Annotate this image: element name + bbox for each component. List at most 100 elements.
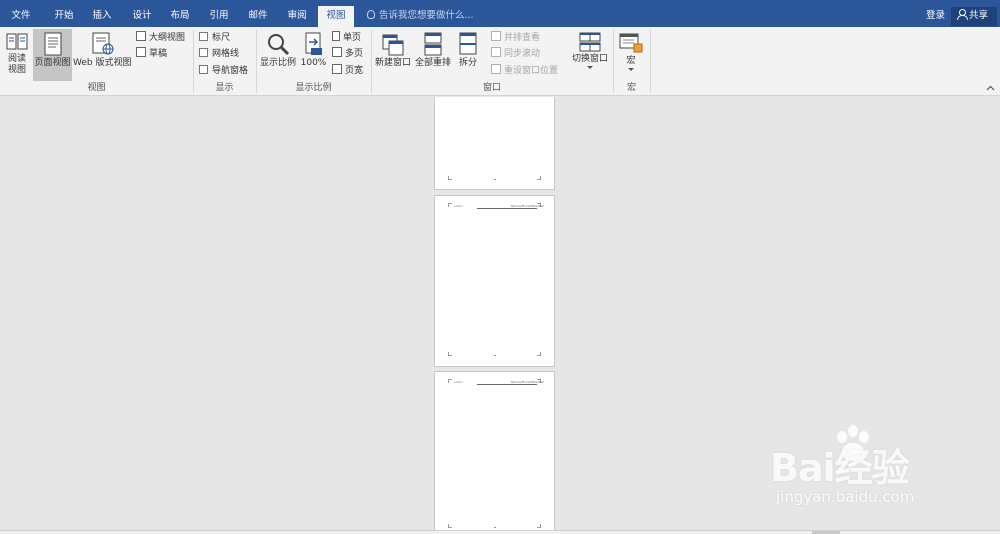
checkbox-icon [199,65,208,74]
ruler-label: 标尺 [212,33,231,43]
web-layout-button[interactable]: Web 版式视图 [73,29,131,81]
sync-scroll-button[interactable]: 同步滚动 [491,46,540,62]
document-page[interactable] [434,97,555,190]
tab-insert[interactable]: 插入 [84,6,120,27]
gridlines-label: 网格线 [212,49,240,59]
header-text: Microsoft Confidential [511,380,544,384]
magnifier-icon [268,34,290,56]
nav-pane-checkbox[interactable]: 导航窗格 [199,63,248,79]
read-mode-icon [6,33,28,50]
header-rule [477,384,537,385]
group-label-macros: 宏 [626,83,636,93]
split-button[interactable]: 拆分 [455,29,481,81]
macros-icon [619,33,643,53]
web-layout-label: Web 版式视图 [73,58,132,68]
group-label-show: 显示 [215,83,234,93]
document-page[interactable]: LOGO Microsoft Confidential [434,195,555,367]
chevron-down-icon [587,66,593,69]
arrange-all-icon [424,32,442,56]
draft-label: 草稿 [149,49,168,59]
reset-position-icon [491,64,501,74]
tab-mailings[interactable]: 邮件 [240,6,276,27]
draft-button[interactable]: 草稿 [136,46,167,62]
crop-mark [448,352,452,356]
one-page-button[interactable]: 单页 [332,30,361,46]
ruler-checkbox[interactable]: 标尺 [199,30,230,46]
collapse-ribbon-icon[interactable] [986,84,995,93]
lightbulb-icon [367,10,375,19]
tab-review[interactable]: 审阅 [279,6,315,27]
zoom-button[interactable]: 显示比例 [259,29,297,81]
tell-me-text: 告诉我您想要做什么... [379,10,474,21]
crop-mark [537,524,541,528]
switch-windows-label: 切换窗口 [571,54,608,64]
print-layout-button[interactable]: 页面视图 [33,29,72,81]
footer-mark [494,179,496,180]
side-by-side-button[interactable]: 并排查看 [491,30,540,46]
split-icon [459,32,477,55]
group-label-window: 窗口 [482,83,501,93]
crop-mark [448,524,452,528]
arrange-all-button[interactable]: 全部重排 [414,29,452,81]
outline-label: 大纲视图 [149,33,186,43]
checkbox-icon [199,32,208,41]
new-window-icon [382,34,404,56]
reset-position-button[interactable]: 重设窗口位置 [491,63,558,79]
sync-scroll-label: 同步滚动 [504,49,541,59]
ribbon-tab-bar: 文件 开始 插入 设计 布局 引用 邮件 审阅 视图 告诉我您想要做什么... … [0,0,1000,27]
document-workspace[interactable]: LOGO Microsoft Confidential LOGO Microso… [0,97,1000,530]
footer-mark [494,527,496,528]
crop-mark [537,176,541,180]
one-page-icon [332,31,340,41]
print-layout-label: 页面视图 [34,58,71,68]
header-text: Microsoft Confidential [511,204,544,208]
web-layout-icon [92,32,114,55]
outline-icon [136,31,146,41]
page-width-label: 页宽 [345,66,364,76]
tab-design[interactable]: 设计 [124,6,160,27]
crop-mark [448,176,452,180]
group-label-views: 视图 [87,83,106,93]
reset-position-label: 重设窗口位置 [504,66,559,76]
switch-windows-button[interactable]: 切换窗口 [570,29,610,81]
tab-layout[interactable]: 布局 [162,6,198,27]
outline-button[interactable]: 大纲视图 [136,30,185,46]
macros-button[interactable]: 宏 [617,29,645,81]
multi-page-button[interactable]: 多页 [332,46,363,62]
checkbox-icon [199,48,208,57]
multi-page-icon [332,47,342,57]
arrange-all-label: 全部重排 [414,58,451,68]
zoom-100-button[interactable]: 100% [300,29,327,81]
switch-windows-icon [579,32,601,52]
tell-me-search[interactable]: 告诉我您想要做什么... [367,6,474,27]
tab-file[interactable]: 文件 [2,6,40,27]
group-divider [650,30,651,93]
new-window-button[interactable]: 新建窗口 [374,29,412,81]
document-page[interactable]: LOGO Microsoft Confidential [434,371,555,530]
tab-home[interactable]: 开始 [46,6,82,27]
header-logo: LOGO [454,204,463,208]
sync-scroll-icon [491,47,501,57]
macros-label: 宏 [626,56,636,66]
share-label: 共享 [969,10,989,21]
person-icon [957,9,968,20]
header-rule [477,208,537,209]
split-label: 拆分 [458,58,477,68]
tab-view[interactable]: 视图 [318,6,354,27]
page-width-icon [332,64,342,74]
login-link[interactable]: 登录 [926,6,945,27]
zoom-label: 显示比例 [259,58,296,68]
chevron-down-icon [628,68,634,71]
page-width-button[interactable]: 页宽 [332,63,363,79]
read-mode-label: 阅读 视图 [7,54,26,75]
zoom-100-icon [305,32,322,55]
new-window-label: 新建窗口 [374,58,411,68]
tab-references[interactable]: 引用 [201,6,237,27]
read-mode-button[interactable]: 阅读 视图 [2,29,32,81]
crop-mark [448,203,452,207]
gridlines-checkbox[interactable]: 网格线 [199,46,239,62]
nav-pane-label: 导航窗格 [212,66,249,76]
status-bar [0,530,1000,534]
draft-icon [136,47,146,57]
share-button[interactable]: 共享 [951,7,997,26]
